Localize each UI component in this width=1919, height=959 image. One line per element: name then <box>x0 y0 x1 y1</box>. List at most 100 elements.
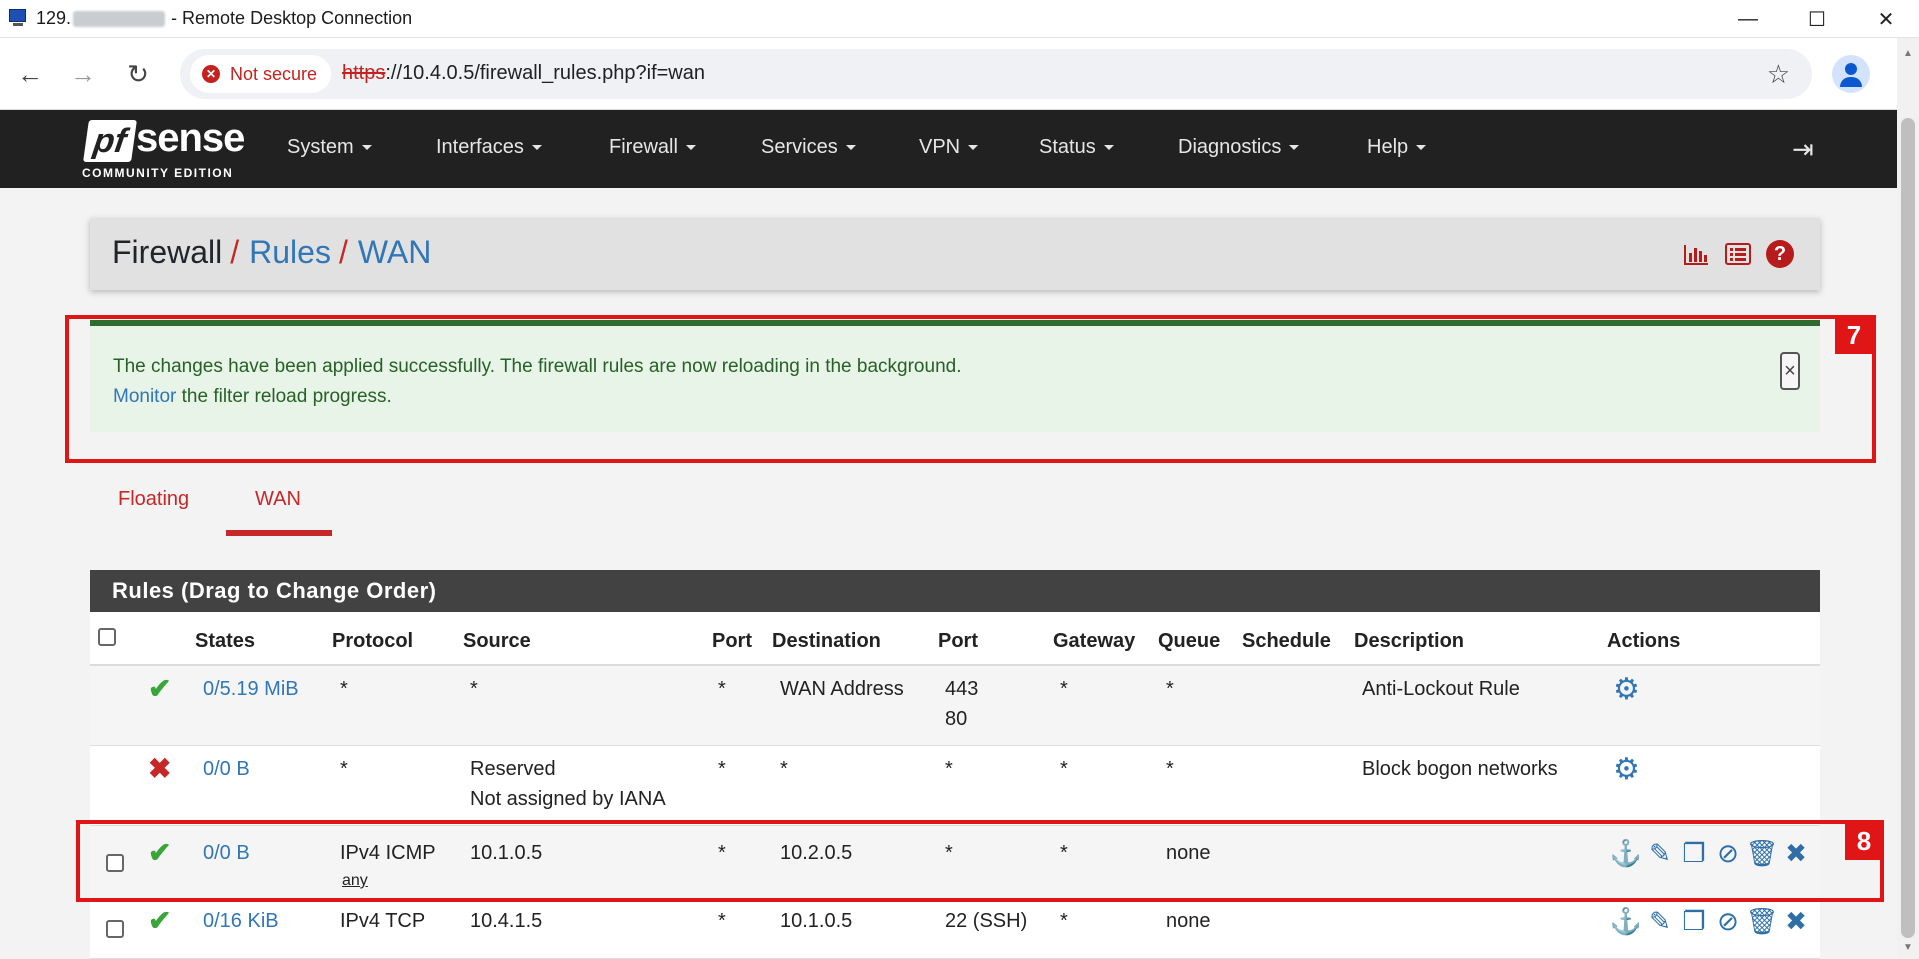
caret-down-icon <box>845 145 856 151</box>
description-cell: Anti-Lockout Rule <box>1362 678 1520 700</box>
destination-cell: 10.1.0.5 <box>780 910 853 932</box>
col-actions: Actions <box>1607 630 1681 652</box>
tab-floating[interactable]: Floating <box>118 488 189 511</box>
table-row[interactable]: ✔ 0/5.19 MiB * * * WAN Address 443 80 * … <box>90 666 1820 746</box>
dest-port-cell-2: 80 <box>945 708 968 730</box>
gateway-cell: * <box>1060 758 1068 780</box>
scroll-down-icon[interactable]: ▼ <box>1903 942 1913 953</box>
breadcrumb: Firewall / Rules / WAN <box>112 234 431 271</box>
col-queue: Queue <box>1158 630 1221 652</box>
table-row[interactable]: ✖ 0/0 B * Reserved Not assigned by IANA … <box>90 746 1820 826</box>
queue-cell: * <box>1166 678 1174 700</box>
caret-down-icon <box>685 145 696 151</box>
row-actions: ⚓ ✎ ❐ ⊘ 🗑 ✖ <box>1610 906 1810 937</box>
address-bar[interactable]: ✕ Not secure https://10.4.0.5/firewall_r… <box>180 49 1812 99</box>
menu-status[interactable]: Status <box>1039 136 1114 159</box>
list-icon[interactable] <box>1724 240 1752 268</box>
annotation-box-7 <box>65 315 1876 463</box>
col-destination: Destination <box>772 630 881 652</box>
trash-icon[interactable]: 🗑 <box>1746 906 1779 937</box>
window-title-prefix: 129. <box>36 8 72 28</box>
menu-firewall[interactable]: Firewall <box>609 136 696 159</box>
breadcrumb-panel: Firewall / Rules / WAN ? <box>90 218 1820 290</box>
logout-icon[interactable]: ⇥ <box>1792 134 1814 165</box>
bar-chart-icon[interactable] <box>1682 240 1710 268</box>
description-cell: Block bogon networks <box>1362 758 1558 780</box>
states-link[interactable]: 0/5.19 MiB <box>203 678 299 701</box>
caret-down-icon <box>1416 145 1427 151</box>
rules-panel-title: Rules (Drag to Change Order) <box>90 570 1820 612</box>
states-link[interactable]: 0/16 KiB <box>203 910 279 933</box>
pass-check-icon: ✔ <box>148 673 172 704</box>
remote-desktop-icon <box>8 8 30 30</box>
destination-cell: WAN Address <box>780 678 904 700</box>
bookmark-star-icon[interactable]: ☆ <box>1767 59 1790 90</box>
browser-toolbar: ← → ↻ ✕ Not secure https://10.4.0.5/fire… <box>0 38 1919 110</box>
breadcrumb-separator: / <box>338 234 348 270</box>
gear-icon[interactable]: ⚙ <box>1613 752 1640 787</box>
copy-icon[interactable]: ❐ <box>1680 906 1708 937</box>
gateway-cell: * <box>1060 910 1068 932</box>
window-title: 129. - Remote Desktop Connection <box>36 8 412 29</box>
select-all-checkbox[interactable] <box>98 628 116 646</box>
source-cell: Reserved <box>470 758 556 780</box>
forward-button[interactable]: → <box>63 54 103 94</box>
destination-cell: * <box>780 758 788 780</box>
scroll-up-icon[interactable]: ▲ <box>1903 48 1913 59</box>
menu-services[interactable]: Services <box>761 136 856 159</box>
menu-interfaces[interactable]: Interfaces <box>436 136 542 159</box>
col-source-port: Port <box>712 630 752 652</box>
source-sub-cell: Not assigned by IANA <box>470 788 666 810</box>
close-window-button[interactable]: ✕ <box>1851 0 1919 38</box>
row-checkbox[interactable] <box>106 920 124 938</box>
pfsense-logo[interactable]: pf sense COMMUNITY EDITION <box>82 116 245 182</box>
menu-system[interactable]: System <box>287 136 372 159</box>
source-port-cell: * <box>718 758 726 780</box>
annotation-badge-7: 7 <box>1835 316 1873 354</box>
annotation-box-8 <box>76 820 1884 902</box>
breadcrumb-rules-link[interactable]: Rules <box>249 234 331 270</box>
source-port-cell: * <box>718 678 726 700</box>
edit-pencil-icon[interactable]: ✎ <box>1646 906 1674 937</box>
table-row[interactable]: ✔ 0/16 KiB IPv4 TCP 10.4.1.5 * 10.1.0.5 … <box>90 902 1820 959</box>
caret-down-icon <box>531 145 542 151</box>
minimize-button[interactable]: — <box>1713 0 1783 38</box>
logo-sense: sense <box>136 116 245 160</box>
rules-table: States Protocol Source Port Destination … <box>90 612 1820 959</box>
protocol-cell: IPv4 TCP <box>340 910 426 932</box>
security-chip[interactable]: ✕ Not secure <box>190 55 332 93</box>
source-port-cell: * <box>718 910 726 932</box>
profile-avatar-icon[interactable] <box>1832 55 1870 93</box>
logo-pf: pf <box>83 120 137 162</box>
window-title-suffix: - Remote Desktop Connection <box>171 8 413 28</box>
url-scheme: https <box>342 62 386 84</box>
states-link[interactable]: 0/0 B <box>203 758 250 781</box>
caret-down-icon <box>361 145 372 151</box>
back-button[interactable]: ← <box>10 54 50 94</box>
delete-x-icon[interactable]: ✖ <box>1782 906 1810 937</box>
col-source: Source <box>463 630 531 652</box>
scroll-thumb[interactable] <box>1901 118 1915 938</box>
window-titlebar: 129. - Remote Desktop Connection — ☐ ✕ <box>0 0 1919 38</box>
page-scrollbar[interactable]: ▲ ▼ <box>1897 38 1919 959</box>
dest-port-cell: * <box>945 758 953 780</box>
help-icon[interactable]: ? <box>1766 240 1794 268</box>
tab-wan[interactable]: WAN <box>255 488 301 511</box>
anchor-icon[interactable]: ⚓ <box>1610 906 1642 937</box>
menu-help[interactable]: Help <box>1367 136 1427 159</box>
url-text[interactable]: https://10.4.0.5/firewall_rules.php?if=w… <box>342 62 705 85</box>
menu-diagnostics[interactable]: Diagnostics <box>1178 136 1300 159</box>
gear-icon[interactable]: ⚙ <box>1613 672 1640 707</box>
menu-vpn[interactable]: VPN <box>919 136 979 159</box>
protocol-cell: * <box>340 758 348 780</box>
col-dest-port: Port <box>938 630 978 652</box>
maximize-button[interactable]: ☐ <box>1782 0 1852 38</box>
logo-edition: COMMUNITY EDITION <box>82 166 234 180</box>
col-protocol: Protocol <box>332 630 414 652</box>
gateway-cell: * <box>1060 678 1068 700</box>
disable-icon[interactable]: ⊘ <box>1714 906 1742 937</box>
protocol-cell: * <box>340 678 348 700</box>
queue-cell: * <box>1166 758 1174 780</box>
breadcrumb-wan-link[interactable]: WAN <box>358 234 431 270</box>
reload-button[interactable]: ↻ <box>118 54 158 94</box>
